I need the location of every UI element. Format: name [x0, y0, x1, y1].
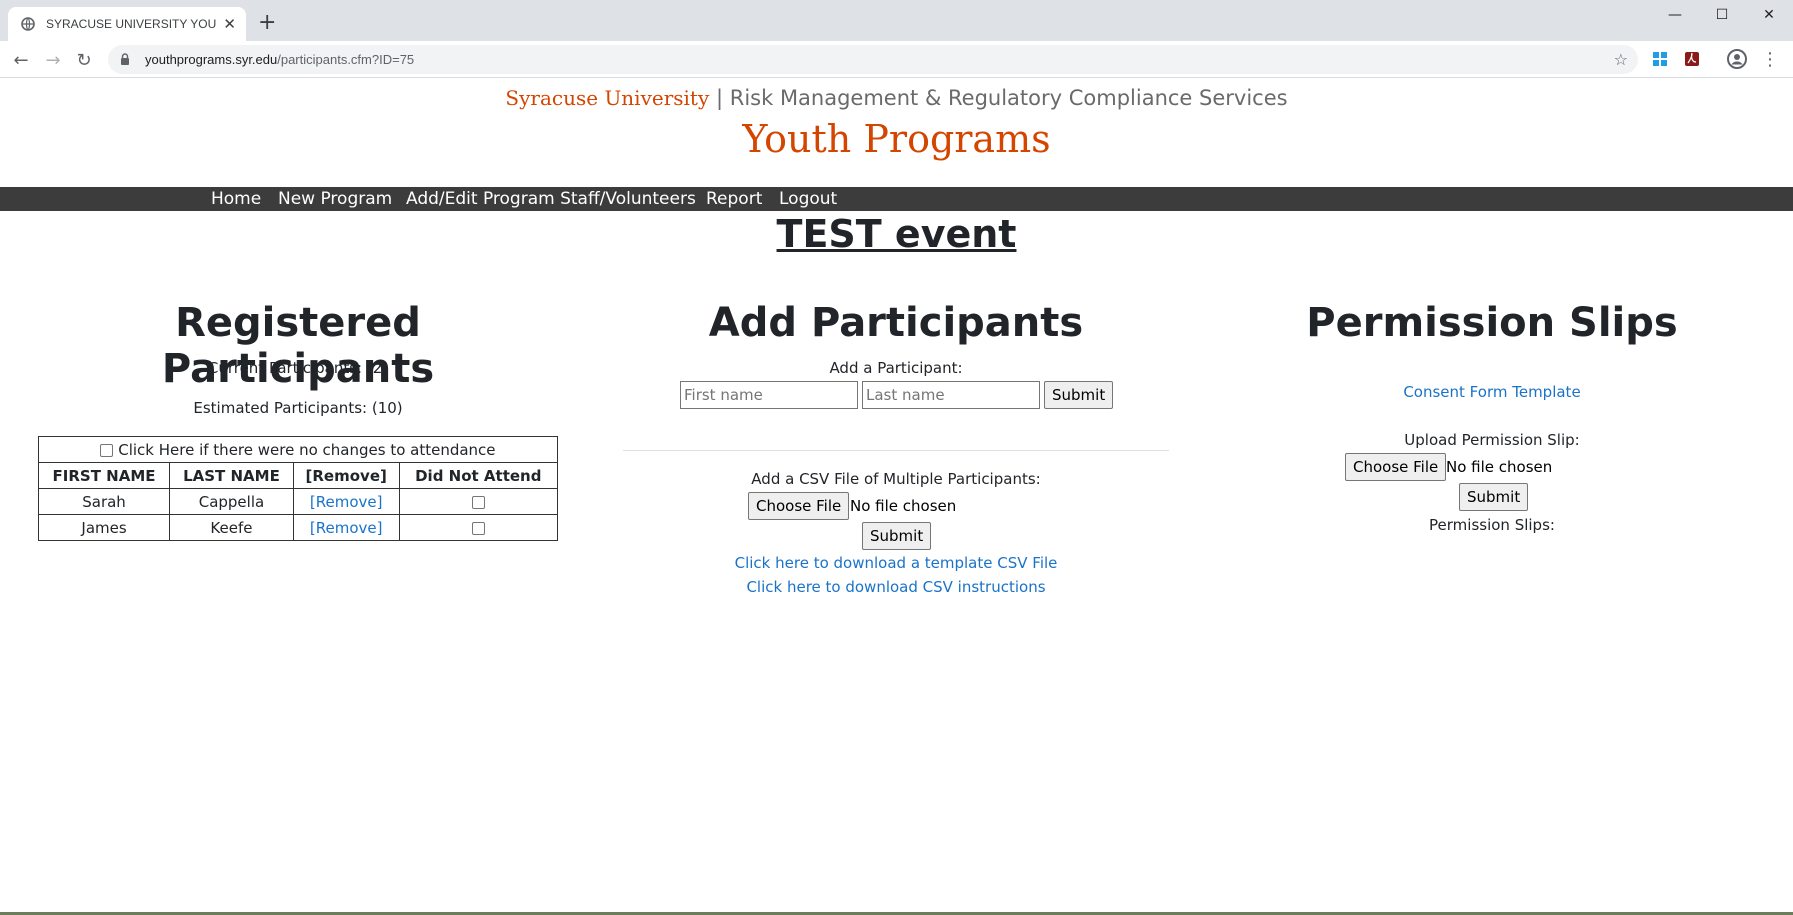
no-changes-label: Click Here if there were no changes to a…	[118, 440, 496, 459]
permission-slips-label: Permission Slips:	[1429, 516, 1555, 534]
nav-home[interactable]: Home	[211, 189, 261, 209]
remove-cell: [Remove]	[292, 488, 400, 515]
participants-table: Click Here if there were no changes to a…	[37, 436, 559, 541]
event-title: TEST event	[776, 212, 1017, 256]
nav-logout[interactable]: Logout	[779, 189, 837, 209]
download-template-link[interactable]: Click here to download a template CSV Fi…	[623, 554, 1169, 572]
star-icon[interactable]: ☆	[1614, 50, 1628, 69]
permission-slips-heading: Permission Slips	[1306, 300, 1678, 346]
last-name-input[interactable]	[862, 381, 1040, 409]
remove-link[interactable]: [Remove]	[310, 519, 383, 537]
current-participants: Current Participants: (2)	[207, 359, 389, 377]
url-text: youthprograms.syr.edu/participants.cfm?I…	[145, 52, 414, 67]
remove-cell: [Remove]	[292, 514, 400, 541]
did-not-attend-checkbox[interactable]	[471, 495, 485, 509]
minimize-icon[interactable]: —	[1655, 0, 1695, 30]
nav-report[interactable]: Report	[706, 189, 762, 209]
brand-separator: |	[715, 86, 724, 110]
upload-permission-label: Upload Permission Slip:	[1404, 431, 1580, 449]
first-name-cell: Sarah	[37, 488, 171, 515]
browser-toolbar: ← → ↻ youthprograms.syr.edu/participants…	[0, 41, 1793, 78]
reload-icon[interactable]: ↻	[71, 47, 97, 73]
column-header: [Remove]	[292, 462, 400, 489]
address-bar[interactable]: youthprograms.syr.edu/participants.cfm?I…	[108, 45, 1638, 74]
windows-icon[interactable]	[1650, 49, 1670, 69]
back-arrow-icon[interactable]: ←	[8, 47, 34, 73]
table-header-row: FIRST NAME LAST NAME [Remove] Did Not At…	[37, 462, 559, 489]
maximize-icon[interactable]: ☐	[1702, 0, 1742, 30]
nav-new-program[interactable]: New Program	[278, 189, 392, 209]
csv-choose-file-button[interactable]: Choose File	[748, 492, 850, 520]
remove-link[interactable]: [Remove]	[310, 493, 383, 511]
add-participants-heading: Add Participants	[708, 300, 1084, 346]
consent-form-link[interactable]: Consent Form Template	[1242, 383, 1742, 401]
department-name[interactable]: Risk Management & Regulatory Compliance …	[730, 86, 1288, 110]
first-name-input[interactable]	[680, 381, 858, 409]
tab-title: SYRACUSE UNIVERSITY YOUTH P	[46, 17, 216, 31]
browser-tab[interactable]: SYRACUSE UNIVERSITY YOUTH P ✕	[8, 7, 246, 41]
csv-no-file-text: No file chosen	[850, 497, 957, 515]
add-participant-label: Add a Participant:	[829, 359, 963, 377]
column-header: LAST NAME	[169, 462, 294, 489]
url-path: /participants.cfm?ID=75	[277, 52, 415, 67]
add-participant-submit-button[interactable]: Submit	[1044, 381, 1114, 409]
url-host: youthprograms.syr.edu	[145, 52, 278, 67]
did-not-attend-cell	[398, 488, 559, 515]
globe-icon	[20, 16, 36, 32]
adobe-pdf-icon[interactable]	[1682, 49, 1702, 69]
kebab-menu-icon[interactable]: ⋮	[1760, 49, 1780, 70]
nav-add-edit-staff[interactable]: Add/Edit Program Staff/Volunteers	[406, 189, 696, 209]
university-name[interactable]: Syracuse University	[505, 86, 709, 110]
permission-no-file-text: No file chosen	[1446, 458, 1553, 476]
table-row: Sarah Cappella [Remove]	[37, 488, 559, 515]
profile-icon[interactable]	[1727, 49, 1747, 69]
last-name-cell: Cappella	[169, 488, 294, 515]
estimated-participants: Estimated Participants: (10)	[193, 399, 403, 417]
column-header: FIRST NAME	[37, 462, 171, 489]
permission-choose-file-button[interactable]: Choose File	[1345, 453, 1447, 481]
column-header: Did Not Attend	[398, 462, 559, 489]
first-name-cell: James	[37, 514, 171, 541]
close-window-icon[interactable]: ✕	[1749, 0, 1789, 30]
registered-heading: Registered Participants	[161, 300, 435, 392]
no-changes-checkbox[interactable]	[100, 443, 114, 457]
did-not-attend-checkbox[interactable]	[471, 521, 485, 535]
download-instructions-link[interactable]: Click here to download CSV instructions	[623, 578, 1169, 596]
main-navbar: Home New Program Add/Edit Program Staff/…	[0, 187, 1793, 211]
did-not-attend-cell	[398, 514, 559, 541]
permission-submit-button[interactable]: Submit	[1459, 483, 1529, 511]
brand-line: Syracuse University | Risk Management & …	[0, 86, 1793, 110]
forward-arrow-icon[interactable]: →	[40, 47, 66, 73]
no-changes-cell: Click Here if there were no changes to a…	[38, 436, 558, 463]
close-tab-icon[interactable]: ✕	[223, 15, 236, 33]
browser-tabstrip: SYRACUSE UNIVERSITY YOUTH P ✕ + — ☐ ✕	[0, 0, 1793, 41]
table-row: James Keefe [Remove]	[37, 514, 559, 541]
section-divider	[623, 450, 1169, 451]
lock-icon	[120, 53, 132, 67]
no-changes-row: Click Here if there were no changes to a…	[38, 436, 558, 463]
csv-submit-button[interactable]: Submit	[862, 522, 932, 550]
site-title: Youth Programs	[742, 117, 1051, 161]
last-name-cell: Keefe	[169, 514, 294, 541]
new-tab-button[interactable]: +	[258, 9, 276, 37]
csv-upload-label: Add a CSV File of Multiple Participants:	[751, 470, 1041, 488]
